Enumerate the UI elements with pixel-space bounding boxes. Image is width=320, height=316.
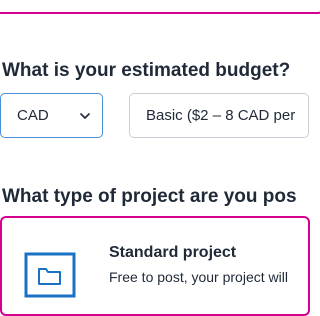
chevron-down-icon [80, 113, 90, 119]
budget-range-select[interactable]: Basic ($2 – 8 CAD per [129, 93, 309, 138]
standard-project-card[interactable]: Standard project Free to post, your proj… [0, 216, 310, 316]
card-title: Standard project [109, 244, 237, 261]
previous-option-card[interactable] [0, 0, 320, 14]
folder-icon [24, 252, 76, 298]
card-description: Free to post, your project will [109, 269, 288, 285]
budget-heading: What is your estimated budget? [2, 60, 291, 81]
budget-range-value: Basic ($2 – 8 CAD per [146, 107, 296, 124]
currency-select-value: CAD [17, 107, 49, 124]
project-type-heading: What type of project are you pos [2, 186, 297, 207]
currency-select[interactable]: CAD [0, 93, 103, 138]
